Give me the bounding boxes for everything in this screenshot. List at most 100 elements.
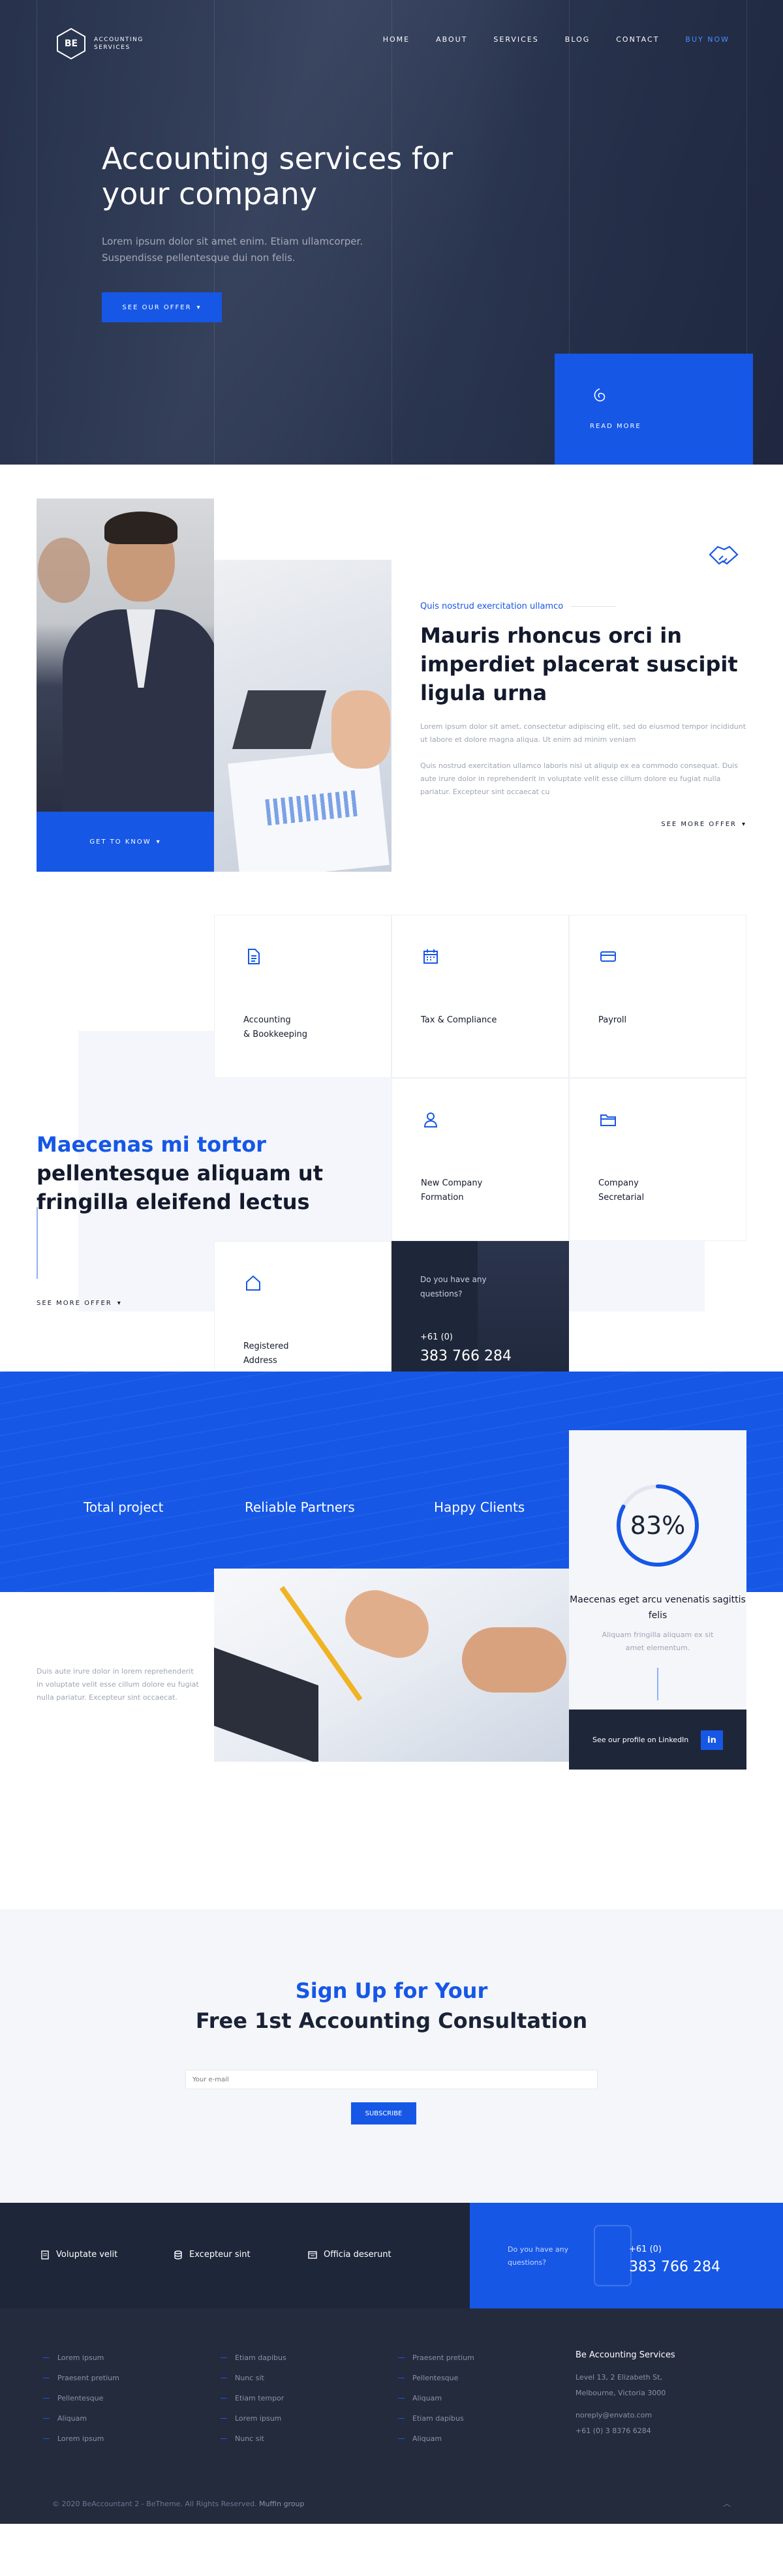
footer-phone[interactable]: +61 (0) 3 8376 6284 <box>576 2423 675 2439</box>
feature-label: Voluptate velit <box>56 2250 118 2260</box>
service-card-secretarial[interactable]: Company Secretarial <box>569 1078 746 1241</box>
nav-about[interactable]: ABOUT <box>436 35 467 44</box>
smartphone-icon <box>594 2225 632 2286</box>
house-icon <box>246 1275 260 1291</box>
contact-question: Do you have any questions? <box>508 2245 569 2267</box>
contact-bar: Voluptate velit Excepteur sint Officia d… <box>0 2203 783 2308</box>
footer-link[interactable]: Praesent pretium <box>398 2348 474 2368</box>
footer-address-line-1: Level 13, 2 Elizabeth St, <box>576 2373 662 2382</box>
service-card-label: New Company Formation <box>421 1178 483 1203</box>
footer-link[interactable]: Pellentesque <box>398 2368 474 2388</box>
get-to-know-button[interactable]: GET TO KNOW ▾ <box>37 812 214 872</box>
footer-link[interactable]: Etiam dapibus <box>221 2348 286 2368</box>
browser-window-icon <box>308 2250 317 2259</box>
see-offer-button[interactable]: SEE OUR OFFER ▾ <box>102 292 222 322</box>
feature-label: Excepteur sint <box>189 2250 251 2260</box>
percent-card-title: Maecenas eget arcu venenatis sagittis fe… <box>570 1595 746 1621</box>
document-icon <box>248 949 260 964</box>
email-input[interactable] <box>185 2070 598 2089</box>
stat-happy-clients: Happy Clients <box>434 1499 525 1515</box>
services-see-more-offer-link[interactable]: SEE MORE OFFER ▾ <box>37 1300 122 1307</box>
site-logo[interactable]: BE ACCOUNTING SERVICES <box>56 27 144 60</box>
credit-link[interactable]: Muffin group <box>259 2500 305 2508</box>
feature-item: Voluptate velit <box>40 2250 117 2260</box>
contact-phone-number[interactable]: 383 766 284 <box>629 2259 720 2275</box>
nav-buy-now[interactable]: BUY NOW <box>685 35 729 44</box>
see-more-offer-label: SEE MORE OFFER <box>661 821 737 828</box>
logo-hexagon-icon: BE <box>56 27 86 60</box>
services-title: Maecenas mi tortor pellentesque aliquam … <box>37 1130 324 1216</box>
subscribe-button[interactable]: SUBSCRIBE <box>351 2102 416 2124</box>
footer-link[interactable]: Nunc sit <box>221 2429 286 2449</box>
footer: Lorem ipsum Praesent pretium Pellentesqu… <box>0 2308 783 2524</box>
linkedin-text: See our profile on LinkedIn <box>592 1736 689 1744</box>
footer-link[interactable]: Pellentesque <box>43 2388 119 2408</box>
calendar-icon <box>423 949 438 964</box>
nav-services[interactable]: SERVICES <box>493 35 538 44</box>
footer-link[interactable]: Praesent pretium <box>43 2368 119 2388</box>
footer-link[interactable]: Aliquam <box>398 2429 474 2449</box>
footer-link[interactable]: Lorem ipsum <box>43 2429 119 2449</box>
nav-home[interactable]: HOME <box>383 35 410 44</box>
read-more-box[interactable]: READ MORE <box>555 354 753 465</box>
linkedin-profile-link[interactable]: See our profile on LinkedIn in <box>569 1710 746 1770</box>
footer-link[interactable]: Lorem ipsum <box>221 2408 286 2429</box>
grid-line <box>214 0 215 465</box>
eyebrow-text: Quis nostrud exercitation ullamco <box>420 602 564 611</box>
footer-link[interactable]: Etiam tempor <box>221 2388 286 2408</box>
hero-title: Accounting services for your company <box>102 141 453 211</box>
service-card-label: Tax & Compliance <box>421 1015 497 1025</box>
signing-document-photo <box>214 1569 569 1762</box>
businessman-photo <box>37 498 214 812</box>
vertical-accent-line <box>657 1668 658 1700</box>
footer-link[interactable]: Lorem ipsum <box>43 2348 119 2368</box>
percent-card: 83% Maecenas eget arcu venenatis sagitti… <box>569 1430 746 1710</box>
footer-email[interactable]: noreply@envato.com <box>576 2408 675 2423</box>
service-card-label: Registered Address <box>243 1342 289 1366</box>
vertical-accent-line <box>37 1207 38 1279</box>
signup-title: Sign Up for Your Free 1st Accounting Con… <box>0 1976 783 2036</box>
back-to-top-icon[interactable]: ︿ <box>723 2498 731 2509</box>
caret-down-icon: ▾ <box>156 838 161 846</box>
footer-link[interactable]: Aliquam <box>43 2408 119 2429</box>
footer-links-col-2: Etiam dapibus Nunc sit Etiam tempor Lore… <box>221 2348 286 2449</box>
service-card-new-company[interactable]: New Company Formation <box>392 1078 569 1241</box>
see-more-offer-link[interactable]: SEE MORE OFFER ▾ <box>661 821 746 828</box>
footer-link[interactable]: Nunc sit <box>221 2368 286 2388</box>
get-to-know-label: GET TO KNOW <box>89 838 151 846</box>
logo-line-1: ACCOUNTING <box>94 37 144 43</box>
logo-line-2: SERVICES <box>94 44 130 51</box>
footer-link[interactable]: Aliquam <box>398 2388 474 2408</box>
nav-contact[interactable]: CONTACT <box>616 35 659 44</box>
service-card-payroll[interactable]: Payroll <box>569 915 746 1078</box>
footer-link[interactable]: Etiam dapibus <box>398 2408 474 2429</box>
stats-section: Total project Reliable Partners Happy Cl… <box>0 1372 783 1844</box>
percent-value: 83% <box>630 1511 686 1540</box>
about-section: GET TO KNOW ▾ Quis nostrud exercitation … <box>0 465 783 915</box>
signup-title-rest: Free 1st Accounting Consultation <box>195 2008 588 2033</box>
service-card-label: Company Secretarial <box>598 1178 645 1203</box>
spiral-icon <box>594 388 606 402</box>
document-icon <box>41 2250 49 2260</box>
stats-description: Duis aute irure dolor in lorem reprehend… <box>37 1667 199 1702</box>
service-card-label: Accounting & Bookkeeping <box>243 1015 308 1039</box>
footer-contact: Be Accounting Services Level 13, 2 Eliza… <box>576 2348 675 2439</box>
service-card-label: Payroll <box>598 1015 627 1025</box>
stat-total-project: Total project <box>84 1499 164 1515</box>
user-icon <box>423 1112 438 1127</box>
about-eyebrow: Quis nostrud exercitation ullamco <box>420 602 617 611</box>
nav-blog[interactable]: BLOG <box>565 35 590 44</box>
service-card-accounting[interactable]: Accounting & Bookkeeping <box>214 915 392 1078</box>
copyright-text: © 2020 BeAccountant 2 - BeTheme. All Rig… <box>52 2500 257 2508</box>
contact-phone-prefix: +61 (0) <box>629 2245 662 2254</box>
call-phone-number: 383 766 284 <box>420 1348 512 1364</box>
service-card-tax[interactable]: Tax & Compliance <box>392 915 569 1078</box>
hero-text: Lorem ipsum dolor sit amet enim. Etiam u… <box>102 236 363 264</box>
eyebrow-line <box>571 606 617 607</box>
feature-item: Officia deserunt <box>308 2250 392 2260</box>
hero-section: BE ACCOUNTING SERVICES HOME ABOUT SERVIC… <box>0 0 783 465</box>
logo-text: ACCOUNTING SERVICES <box>94 36 144 52</box>
folder-icon <box>600 1114 616 1126</box>
feature-item: Excepteur sint <box>174 2250 251 2260</box>
services-title-rest: pellentesque aliquam ut fringilla eleife… <box>37 1161 323 1214</box>
